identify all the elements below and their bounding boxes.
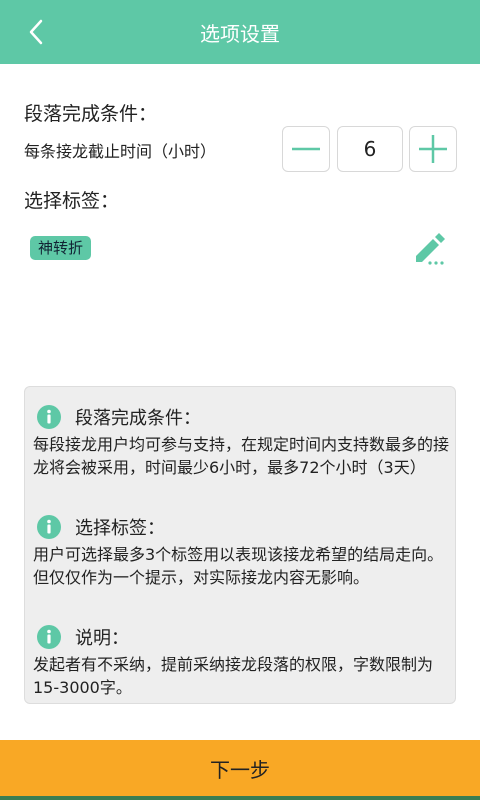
next-step-button[interactable]: 下一步 xyxy=(0,740,480,796)
info-title: 段落完成条件： xyxy=(75,408,201,429)
info-item: 说明： 发起者有不采纳，提前采纳接龙段落的权限，字数限制为15-3000字。 xyxy=(33,623,451,699)
info-text: 每段接龙用户均可参与支持，在规定时间内支持数最多的接龙将会被采用，时间最少6小时… xyxy=(33,435,450,477)
info-icon xyxy=(37,515,61,539)
back-button[interactable] xyxy=(18,14,54,50)
info-item: 段落完成条件： 每段接龙用户均可参与支持，在规定时间内支持数最多的接龙将会被采用… xyxy=(33,403,451,479)
info-text: 发起者有不采纳，提前采纳接龙段落的权限，字数限制为15-3000字。 xyxy=(33,655,434,697)
info-icon xyxy=(37,625,61,649)
chevron-left-icon xyxy=(29,19,43,45)
pencil-icon xyxy=(416,233,445,265)
top-bar: 选项设置 xyxy=(0,0,480,64)
decrement-button[interactable] xyxy=(282,126,330,172)
info-icon xyxy=(37,405,61,429)
tags-heading: 选择标签： xyxy=(24,190,120,212)
increment-button[interactable] xyxy=(409,126,457,172)
info-item: 选择标签： 用户可选择最多3个标签用以表现该接龙希望的结局走向。但仅仅作为一个提… xyxy=(33,513,451,589)
next-step-label: 下一步 xyxy=(210,757,270,782)
info-title: 选择标签： xyxy=(75,518,165,539)
tag-chip[interactable]: 神转折 xyxy=(30,236,92,260)
info-title: 说明： xyxy=(75,628,129,649)
bottom-edge-strip xyxy=(0,796,480,800)
edit-tags-button[interactable] xyxy=(412,230,448,266)
deadline-label: 每条接龙截止时间（小时） xyxy=(24,142,217,161)
page-title: 选项设置 xyxy=(200,21,280,46)
info-text: 用户可选择最多3个标签用以表现该接龙希望的结局走向。但仅仅作为一个提示，对实际接… xyxy=(33,545,444,587)
deadline-value[interactable]: 6 xyxy=(337,126,403,172)
paragraph-condition-heading: 段落完成条件： xyxy=(24,103,158,125)
plus-icon xyxy=(419,135,447,163)
info-panel: 段落完成条件： 每段接龙用户均可参与支持，在规定时间内支持数最多的接龙将会被采用… xyxy=(24,386,456,704)
minus-icon xyxy=(292,147,320,151)
